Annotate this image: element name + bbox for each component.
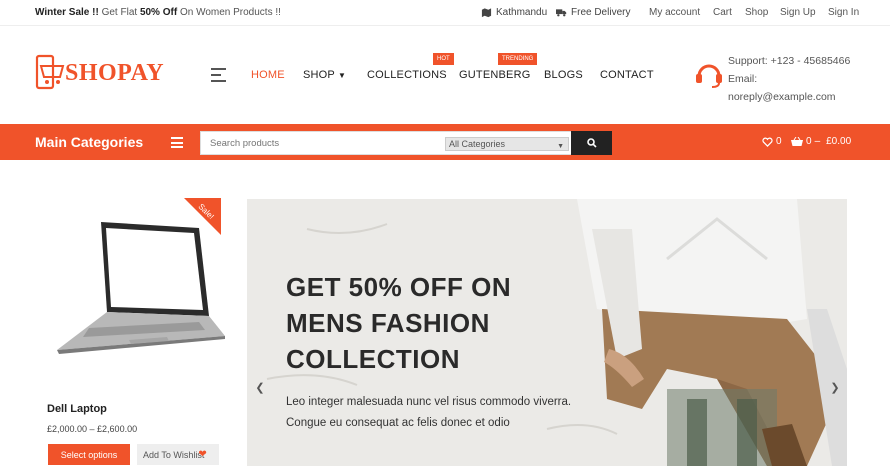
- product-card: Sale! Dell Laptop £2,000.00 – £2,600.00 …: [35, 198, 225, 466]
- map-icon: [481, 8, 492, 18]
- sign-up-link[interactable]: Sign Up: [780, 7, 816, 18]
- cart-total: £0.00: [826, 136, 852, 147]
- brand-name: SHOPAY: [65, 59, 165, 86]
- heart-icon: ❤: [198, 449, 207, 460]
- hero-headline: GET 50% OFF ON MENS FASHION COLLECTION: [286, 269, 511, 377]
- promo-prefix: Winter Sale !!: [35, 7, 99, 18]
- support-phone: Support: +123 - 45685466: [728, 55, 851, 67]
- wishlist-counter[interactable]: 0: [762, 136, 782, 147]
- sign-in-link[interactable]: Sign In: [828, 7, 859, 18]
- chevron-down-icon: ▼: [338, 71, 347, 80]
- slider-prev-icon[interactable]: ❮: [250, 375, 270, 399]
- delivery-info: Free Delivery: [556, 7, 630, 18]
- add-to-wishlist-button[interactable]: Add To Wishlist ❤: [137, 444, 219, 465]
- chevron-down-icon: ▼: [557, 143, 564, 150]
- hero-description: Leo integer malesuada nunc vel risus com…: [286, 396, 572, 429]
- hero-headline-line: COLLECTION: [286, 344, 460, 374]
- search-input[interactable]: [201, 132, 441, 154]
- top-bar: Winter Sale !! Get Flat 50% Off On Women…: [0, 0, 890, 26]
- support-info: Support: +123 - 45685466 Email: noreply@…: [694, 55, 850, 103]
- nav-shop-label: SHOP: [303, 69, 335, 81]
- hero-headline-line: MENS FASHION: [286, 308, 490, 338]
- truck-icon: [556, 9, 567, 17]
- search-form: All Categories ▼: [200, 131, 612, 155]
- nav-blogs[interactable]: BLOGS: [544, 69, 583, 81]
- nav-collections[interactable]: COLLECTIONS: [367, 69, 447, 81]
- search-icon: [586, 138, 597, 148]
- location-info: Kathmandu: [481, 7, 547, 18]
- nav-contact[interactable]: CONTACT: [600, 69, 654, 81]
- support-text: Support: +123 - 45685466 Email: noreply@…: [728, 52, 850, 106]
- promo-text: Winter Sale !! Get Flat 50% Off On Women…: [35, 7, 281, 18]
- product-price: £2,000.00 – £2,600.00: [47, 424, 138, 434]
- delivery-label: Free Delivery: [571, 7, 631, 18]
- wishlist-count: 0: [776, 136, 782, 147]
- headset-icon: [696, 64, 722, 88]
- nav-home[interactable]: HOME: [251, 69, 285, 81]
- add-to-wishlist-label: Add To Wishlist: [143, 449, 205, 460]
- location-label: Kathmandu: [496, 7, 548, 18]
- nav-gutenberg[interactable]: GUTENBERG: [459, 69, 530, 81]
- promo-mid: Get Flat: [98, 7, 140, 18]
- select-options-button[interactable]: Select options: [48, 444, 130, 465]
- cart-counter[interactable]: 0– £0.00: [791, 136, 851, 147]
- promo-suffix: On Women Products !!: [177, 7, 281, 18]
- slider-next-icon[interactable]: ❯: [825, 375, 845, 399]
- hot-badge: HOT: [433, 53, 454, 65]
- cart-separator: –: [814, 136, 821, 147]
- menu-toggle-icon[interactable]: [211, 68, 226, 82]
- category-select[interactable]: All Categories ▼: [445, 137, 569, 151]
- product-name[interactable]: Dell Laptop: [47, 403, 107, 415]
- category-bar: Main Categories All Categories▼ 0 0– £0.…: [0, 124, 890, 160]
- nav-shop[interactable]: SHOP ▼: [303, 69, 346, 81]
- site-logo[interactable]: SHOPAY: [35, 54, 164, 92]
- category-select-value: All Categories: [449, 139, 506, 149]
- support-email-label: Email:: [728, 73, 758, 85]
- search-button[interactable]: [571, 131, 612, 155]
- main-categories-title[interactable]: Main Categories: [35, 134, 143, 150]
- basket-icon: [791, 136, 803, 146]
- heart-icon: [762, 137, 773, 147]
- cart-logo-icon: [35, 54, 65, 90]
- shop-link[interactable]: Shop: [745, 7, 768, 18]
- cart-count: 0: [806, 136, 812, 147]
- laptop-image[interactable]: [49, 218, 225, 358]
- trending-badge: TRENDING: [498, 53, 538, 65]
- category-menu-icon[interactable]: [171, 137, 183, 148]
- hero-slider: GET 50% OFF ON MENS FASHION COLLECTION L…: [247, 199, 847, 466]
- hero-headline-line: GET 50% OFF ON: [286, 272, 512, 302]
- promo-discount: 50% Off: [139, 7, 178, 18]
- cart-link[interactable]: Cart: [713, 7, 732, 18]
- my-account-link[interactable]: My account: [649, 7, 700, 18]
- support-email[interactable]: noreply@example.com: [728, 88, 850, 106]
- site-header: SHOPAY HOME SHOP ▼ HOT COLLECTIONS TREND…: [0, 26, 890, 124]
